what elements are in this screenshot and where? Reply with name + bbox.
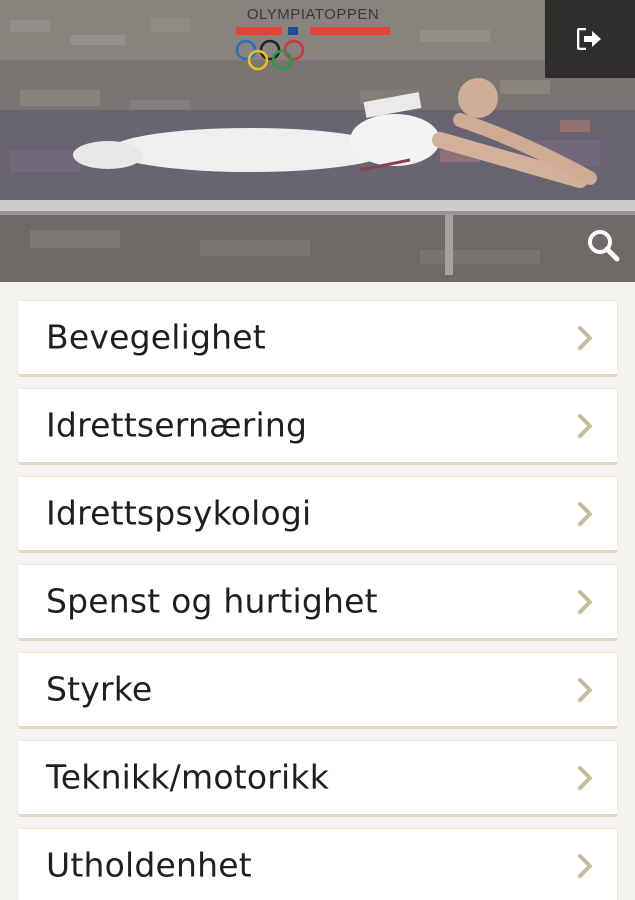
list-item-teknikk-motorikk[interactable]: Teknikk/motorikk: [17, 740, 618, 817]
list-item-label: Spenst og hurtighet: [46, 581, 378, 621]
category-list: Bevegelighet Idrettsernæring Idrettspsyk…: [17, 300, 618, 900]
hero-banner: OLYMPIATOPPEN: [0, 0, 635, 282]
list-item-styrke[interactable]: Styrke: [17, 652, 618, 729]
list-item-label: Idrettsernæring: [46, 405, 308, 445]
search-icon: [588, 230, 620, 262]
list-item-label: Bevegelighet: [46, 317, 266, 357]
chevron-right-icon: [578, 853, 592, 878]
logout-button[interactable]: [545, 0, 635, 78]
list-item-bevegelighet[interactable]: Bevegelighet: [17, 300, 618, 377]
chevron-right-icon: [578, 589, 592, 614]
list-item-idrettsernaering[interactable]: Idrettsernæring: [17, 388, 618, 465]
chevron-right-icon: [578, 677, 592, 702]
chevron-right-icon: [578, 765, 592, 790]
olympiatoppen-logo: OLYMPIATOPPEN: [232, 6, 394, 76]
logo-text: OLYMPIATOPPEN: [246, 6, 380, 23]
chevron-right-icon: [578, 501, 592, 526]
search-button[interactable]: [578, 220, 628, 270]
list-item-idrettspsykologi[interactable]: Idrettspsykologi: [17, 476, 618, 553]
chevron-right-icon: [578, 325, 592, 350]
app-screen: OLYMPIATOPPEN Bevegelighet Idrettsernæri…: [0, 0, 635, 900]
list-item-utholdenhet[interactable]: Utholdenhet: [17, 828, 618, 900]
list-item-label: Idrettspsykologi: [46, 493, 312, 533]
list-item-spenst-og-hurtighet[interactable]: Spenst og hurtighet: [17, 564, 618, 641]
chevron-right-icon: [578, 413, 592, 438]
list-item-label: Teknikk/motorikk: [46, 757, 330, 797]
logo-flag-stripes: [236, 27, 390, 35]
list-item-label: Styrke: [46, 669, 153, 709]
olympic-rings-icon: [235, 39, 305, 71]
sign-out-icon: [577, 28, 601, 50]
list-item-label: Utholdenhet: [46, 845, 252, 885]
